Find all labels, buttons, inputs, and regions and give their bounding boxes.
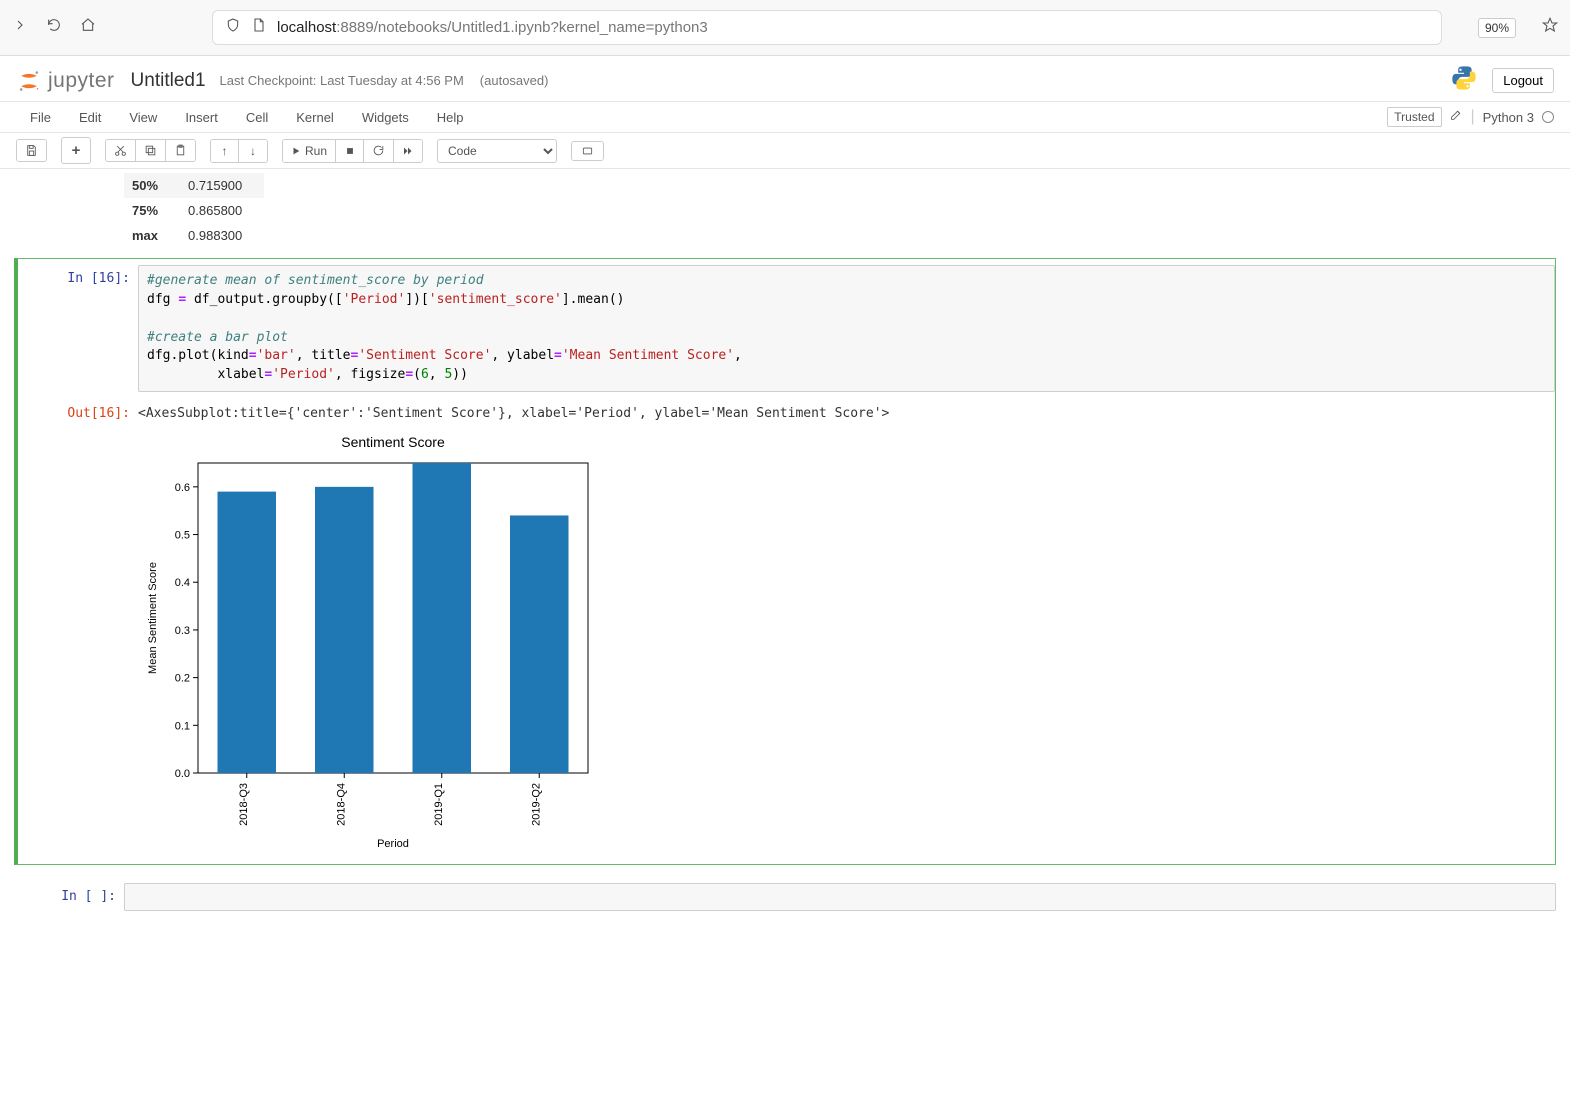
table-row: 75%0.865800 [124,198,264,223]
svg-text:0.4: 0.4 [175,577,190,589]
move-down-button[interactable]: ↓ [239,140,267,162]
svg-text:Mean Sentiment Score: Mean Sentiment Score [147,562,159,674]
prev-output: 50%0.715900 75%0.865800 max0.988300 [0,169,1570,252]
svg-text:2019-Q2: 2019-Q2 [530,783,542,826]
menu-insert[interactable]: Insert [171,106,232,129]
describe-table: 50%0.715900 75%0.865800 max0.988300 [124,173,264,248]
empty-cell[interactable]: In [ ]: [0,871,1570,915]
menu-kernel[interactable]: Kernel [282,106,348,129]
python-icon [1450,64,1478,97]
notebook-name[interactable]: Untitled1 [131,70,206,92]
browser-chrome: localhost:8889/notebooks/Untitled1.ipynb… [0,0,1570,56]
shield-icon [225,17,241,38]
svg-text:Period: Period [377,838,409,850]
jupyter-logo[interactable]: jupyter [16,68,115,94]
menu-help[interactable]: Help [423,106,478,129]
save-button[interactable] [17,140,46,161]
checkpoint-text: Last Checkpoint: Last Tuesday at 4:56 PM [220,73,464,88]
bar-chart: Sentiment Score 0.0 0.1 0.2 0.3 0.4 0.5 0.6 Mean… [138,433,598,853]
restart-run-all-button[interactable] [394,140,422,162]
in-prompt: In [16]: [28,265,138,392]
menubar: File Edit View Insert Cell Kernel Widget… [0,101,1570,133]
paste-button[interactable] [166,140,195,161]
svg-text:0.5: 0.5 [175,530,190,542]
table-row: max0.988300 [124,223,264,248]
trusted-badge[interactable]: Trusted [1387,107,1441,127]
reload-icon[interactable] [46,17,62,38]
run-button[interactable]: Run [283,140,336,162]
kernel-name[interactable]: Python 3 [1483,110,1534,125]
svg-text:0.1: 0.1 [175,720,190,732]
copy-button[interactable] [136,140,166,161]
svg-text:2019-Q1: 2019-Q1 [433,783,445,826]
menu-widgets[interactable]: Widgets [348,106,423,129]
cut-button[interactable] [106,140,136,161]
out-prompt: Out[16]: [28,400,138,858]
empty-code-input[interactable] [124,883,1556,911]
chart-output: Sentiment Score 0.0 0.1 0.2 0.3 0.4 0.5 0.6 Mean… [138,423,1555,858]
restart-button[interactable] [364,140,394,162]
in-prompt-empty: In [ ]: [14,883,124,911]
menu-file[interactable]: File [16,106,65,129]
document-icon [251,17,267,38]
url-text: localhost:8889/notebooks/Untitled1.ipynb… [277,19,708,36]
command-palette-button[interactable] [572,142,603,160]
svg-text:2018-Q3: 2018-Q3 [238,783,250,826]
selected-cell[interactable]: In [16]: #generate mean of sentiment_sco… [14,258,1556,865]
notebook-area[interactable]: 50%0.715900 75%0.865800 max0.988300 In [… [0,169,1570,915]
bookmark-icon[interactable] [1542,17,1558,38]
toolbar: + ↑ ↓ Run Code [0,133,1570,169]
svg-text:Sentiment Score: Sentiment Score [341,434,445,450]
svg-text:0.6: 0.6 [175,482,190,494]
svg-text:0.3: 0.3 [175,625,190,637]
move-up-button[interactable]: ↑ [211,140,239,162]
svg-text:2018-Q4: 2018-Q4 [335,783,347,826]
zoom-level[interactable]: 90% [1478,18,1516,38]
jupyter-icon [16,68,42,94]
menu-edit[interactable]: Edit [65,106,115,129]
celltype-select[interactable]: Code [437,139,557,163]
autosaved-text: (autosaved) [480,73,549,88]
jupyter-brand-text: jupyter [48,69,115,93]
home-icon[interactable] [80,17,96,38]
svg-text:0.0: 0.0 [175,768,190,780]
insert-cell-button[interactable]: + [62,138,90,163]
jupyter-header: jupyter Untitled1 Last Checkpoint: Last … [0,56,1570,101]
logout-button[interactable]: Logout [1492,68,1554,93]
menu-view[interactable]: View [115,106,171,129]
kernel-indicator-icon [1542,111,1554,123]
output-repr: <AxesSubplot:title={'center':'Sentiment … [138,400,1555,423]
code-input[interactable]: #generate mean of sentiment_score by per… [138,265,1555,392]
menu-cell[interactable]: Cell [232,106,282,129]
edit-icon[interactable] [1450,108,1463,126]
forward-icon[interactable] [12,17,28,38]
interrupt-button[interactable] [336,140,364,162]
svg-text:0.2: 0.2 [175,673,190,685]
table-row: 50%0.715900 [124,173,264,198]
url-bar[interactable]: localhost:8889/notebooks/Untitled1.ipynb… [212,10,1442,45]
